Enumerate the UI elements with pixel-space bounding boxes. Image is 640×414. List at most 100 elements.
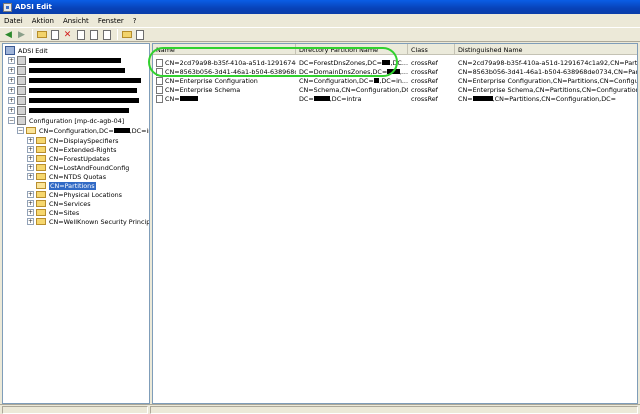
tree-item-redacted-6[interactable]: + [8,106,129,115]
tree-item-label: CN=DisplaySpecifiers [49,136,119,145]
tree-item-label-selected: CN=Partitions [49,181,96,190]
tree-item-forestupdates[interactable]: + CN=ForestUpdates [27,154,110,163]
tree-item-redacted-4[interactable]: + [8,86,137,95]
expand-icon[interactable]: + [27,191,34,198]
tree-item-redacted-3[interactable]: + [8,76,141,85]
tree-item-label: CN=Extended-Rights [49,145,117,154]
expand-icon[interactable]: + [27,155,34,162]
tree-item-redacted-2[interactable]: + [8,66,125,75]
redacted-text [313,96,330,101]
redacted-text [29,58,121,63]
redacted-text [29,98,139,103]
menu-help[interactable]: ? [133,17,137,25]
new-object-icon[interactable] [121,29,132,40]
toolbar: ◀ ▶ ✕ [0,27,640,42]
expand-icon[interactable]: + [27,200,34,207]
table-row[interactable]: CN= DC= ,DC=intra crossRef CN= ,CN=Partiti… [153,94,637,103]
tree-item-extended-rights[interactable]: + CN=Extended-Rights [27,145,116,154]
expand-icon[interactable]: + [8,57,15,64]
cell-dpn-text: CN=Schema,CN=Configuration,DC= [299,85,408,94]
cell-name: CN=Enterprise Schema [153,85,296,94]
menu-fenster[interactable]: Fenster [98,17,124,25]
export-list-icon[interactable] [88,29,99,40]
adsi-edit-icon [5,46,15,55]
table-row[interactable]: CN=Enterprise Schema CN=Schema,CN=Config… [153,85,638,94]
toolbar-separator [32,29,33,40]
tree-item-label: CN=ForestUpdates [49,154,110,163]
cell-dpn: CN=Configuration,DC= ,DC=in... [296,77,408,85]
tree-item-label: CN=Physical Locations [49,190,122,199]
tree-item-physical-locations[interactable]: + CN=Physical Locations [27,190,122,199]
expand-icon[interactable]: + [8,97,15,104]
highlight-annotation-circle [148,47,398,77]
cell-name-text: CN=Enterprise Configuration [165,76,258,85]
tree-item-ntds-quotas[interactable]: + CN=NTDS Quotas [27,172,106,181]
column-header-distinguished-name[interactable]: Distinguished Name [455,44,637,55]
column-header-class[interactable]: Class [408,44,455,55]
redacted-text [29,88,137,93]
status-segment [150,406,638,414]
properties-icon[interactable] [75,29,86,40]
server-icon [17,66,26,75]
expand-icon[interactable]: + [8,107,15,114]
server-icon [17,76,26,85]
tree-item-configuration[interactable]: − Configuration [mp-dc-agb-04] [8,116,124,125]
expand-icon[interactable]: + [27,137,34,144]
tree-item-sites[interactable]: + CN=Sites [27,208,79,217]
expand-icon[interactable]: + [27,209,34,216]
expand-icon[interactable]: + [27,173,34,180]
back-icon[interactable]: ◀ [3,29,14,40]
title-bar: ADSI Edit [0,0,640,14]
expand-icon[interactable]: + [27,218,34,225]
menu-aktion[interactable]: Aktion [32,17,54,25]
delete-icon[interactable]: ✕ [62,29,73,40]
tree-item-cn-configuration[interactable]: − CN=Configuration,DC= ,DC=intra [17,126,149,135]
expand-icon[interactable]: + [8,67,15,74]
tree-item-label: CN=WellKnown Security Principals [49,217,150,226]
cell-dpn-text: DC= [299,94,314,103]
tree-config-label: Configuration [mp-dc-agb-04] [29,116,125,125]
tree-item-services[interactable]: + CN=Services [27,199,91,208]
help-icon[interactable] [134,29,145,40]
cell-name: CN= [153,94,296,103]
expand-icon[interactable]: + [27,164,34,171]
tree-root[interactable]: ADSI Edit [5,46,48,55]
app-icon [3,2,12,12]
collapse-icon[interactable]: − [17,127,24,134]
tree-item-redacted-5[interactable]: + [8,96,139,105]
expand-icon[interactable]: + [27,146,34,153]
refresh-icon[interactable] [101,29,112,40]
redacted-text [179,96,198,101]
tree-pane[interactable]: ADSI Edit + + + + + + − Configuration [m… [2,43,150,404]
redacted-text [29,78,141,83]
cell-dn: CN=8563b056-3d41-46a1-b504-638968de0734,… [458,67,638,76]
collapse-icon[interactable]: − [8,117,15,124]
folder-open-icon [36,182,46,189]
tree-item-lostandfoundconfig[interactable]: + CN=LostAndFoundConfig [27,163,129,172]
cell-dn: CN=Enterprise Configuration,CN=Partition… [458,76,637,85]
table-row[interactable]: CN=Enterprise Configuration CN=Configura… [153,76,637,85]
menu-datei[interactable]: Datei [4,17,23,25]
up-folder-icon[interactable] [36,29,47,40]
expand-icon[interactable]: + [8,77,15,84]
tree-item-wellknown-security-principals[interactable]: + CN=WellKnown Security Principals [27,217,150,226]
folder-icon [36,209,46,216]
server-icon [17,86,26,95]
redacted-text [29,68,125,73]
expand-icon[interactable]: + [8,87,15,94]
folder-icon [36,200,46,207]
tree-item-redacted-1[interactable]: + [8,56,121,65]
tree-item-displayspecifiers[interactable]: + CN=DisplaySpecifiers [27,136,118,145]
folder-icon [36,191,46,198]
menu-ansicht[interactable]: Ansicht [63,17,89,25]
show-hide-tree-icon[interactable] [49,29,60,40]
list-pane[interactable]: Name Directory Partition Name Class Dist… [152,43,638,404]
forward-icon[interactable]: ▶ [16,29,27,40]
tree-item-partitions[interactable]: CN=Partitions [36,181,96,190]
cell-class: crossRef [411,67,438,76]
redacted-text [113,128,130,133]
cell-dn: CN=2cd79a98-b35f-410a-a51d-1291674c1a92,… [458,58,638,67]
menu-bar: Datei Aktion Ansicht Fenster ? [0,14,640,27]
folder-icon [36,173,46,180]
cell-dn: CN=Enterprise Schema,CN=Partitions,CN=Co… [458,85,638,94]
